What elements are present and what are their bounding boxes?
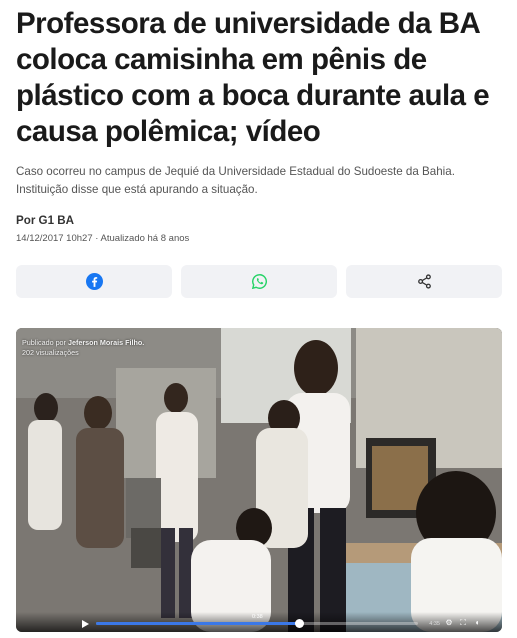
article-dateline: 14/12/2017 10h27 · Atualizado há 8 anos [16,233,190,244]
share-whatsapp-button[interactable] [181,265,337,298]
video-publisher[interactable]: Jeferson Morais Filho. [68,338,144,347]
video-progress-fill [96,622,299,625]
share-more-button[interactable] [346,265,502,298]
video-frame [16,328,502,632]
share-facebook-button[interactable] [16,265,172,298]
video-published-prefix: Publicado por [22,338,66,347]
settings-icon[interactable]: ⚙ [444,618,454,628]
whatsapp-icon [251,274,267,290]
volume-icon[interactable]: ◖ [472,618,482,628]
video-player[interactable]: Publicado por Jeferson Morais Filho. 202… [16,328,502,632]
video-end-time: 4:35 [429,621,440,627]
play-icon[interactable] [82,620,89,628]
article-subheadline: Caso ocorreu no campus de Jequié da Univ… [16,165,455,196]
video-controls: 0:38 4:35 ⚙ ⛶ ◖ [16,612,502,632]
video-progress-bar[interactable] [96,619,418,628]
fullscreen-icon[interactable]: ⛶ [458,618,468,628]
video-info: Publicado por Jeferson Morais Filho. 202… [22,338,144,358]
article-headline: Professora de universidade da BA coloca … [16,7,490,148]
facebook-icon [85,273,103,290]
video-scrub-time: 0:38 [252,614,263,620]
share-bar [16,265,502,298]
share-icon [417,274,431,289]
video-views: 202 visualizações [22,348,79,357]
article-author[interactable]: Por G1 BA [16,214,74,227]
video-scrubber-handle[interactable] [294,619,304,628]
